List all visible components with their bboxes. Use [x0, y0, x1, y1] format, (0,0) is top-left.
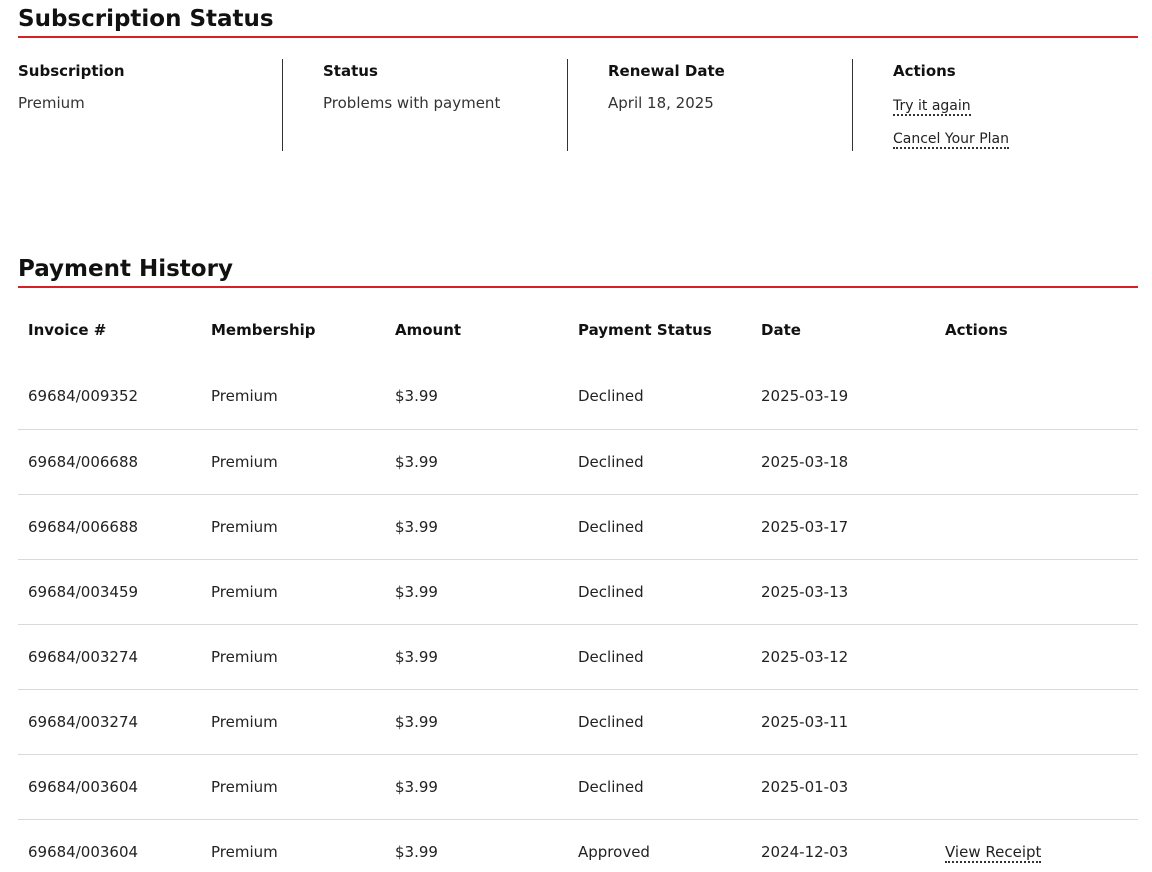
table-row: 69684/006688 Premium $3.99 Declined 2025… — [18, 429, 1138, 494]
invoice-cell: 69684/006688 — [28, 452, 139, 471]
amount-cell: $3.99 — [395, 777, 438, 796]
table-header-row: Invoice # Membership Amount Payment Stat… — [18, 298, 1138, 364]
status-column: Status Problems with payment — [283, 59, 568, 151]
membership-cell: Premium — [211, 582, 278, 601]
amount-cell: $3.99 — [395, 842, 438, 861]
amount-cell: $3.99 — [395, 582, 438, 601]
subscription-column: Subscription Premium — [18, 59, 283, 151]
date-cell: 2024-12-03 — [761, 842, 849, 861]
actions-cell — [935, 429, 1138, 494]
table-row: 69684/006688 Premium $3.99 Declined 2025… — [18, 494, 1138, 559]
payment-status-column-header: Payment Status — [578, 321, 712, 339]
table-row: 69684/003274 Premium $3.99 Declined 2025… — [18, 689, 1138, 754]
table-row: 69684/009352 Premium $3.99 Declined 2025… — [18, 364, 1138, 429]
subscription-header: Subscription — [18, 62, 125, 80]
actions-column-header: Actions — [945, 321, 1008, 339]
membership-cell: Premium — [211, 647, 278, 666]
date-cell: 2025-03-17 — [761, 517, 849, 536]
date-cell: 2025-03-18 — [761, 452, 849, 471]
date-cell: 2025-03-12 — [761, 647, 849, 666]
table-row: 69684/003274 Premium $3.99 Declined 2025… — [18, 624, 1138, 689]
membership-cell: Premium — [211, 712, 278, 731]
invoice-cell: 69684/003459 — [28, 582, 139, 601]
payment-status-cell: Approved — [578, 842, 650, 861]
membership-cell: Premium — [211, 517, 278, 536]
invoice-cell: 69684/003604 — [28, 842, 139, 861]
date-cell: 2025-03-19 — [761, 387, 849, 406]
date-column-header: Date — [761, 321, 801, 339]
invoice-cell: 69684/003274 — [28, 712, 139, 731]
view-receipt-link[interactable]: View Receipt — [945, 842, 1042, 863]
date-cell: 2025-01-03 — [761, 777, 849, 796]
table-row: 69684/003604 Premium $3.99 Declined 2025… — [18, 754, 1138, 819]
invoice-cell: 69684/009352 — [28, 387, 139, 406]
payment-history-title: Payment History — [18, 256, 1138, 288]
actions-cell — [935, 494, 1138, 559]
cancel-plan-link[interactable]: Cancel Your Plan — [893, 131, 1009, 150]
invoice-cell: 69684/006688 — [28, 517, 139, 536]
date-cell: 2025-03-11 — [761, 712, 849, 731]
payment-status-cell: Declined — [578, 517, 644, 536]
payment-status-cell: Declined — [578, 647, 644, 666]
renewal-date-value: April 18, 2025 — [608, 94, 714, 112]
table-row: 69684/003459 Premium $3.99 Declined 2025… — [18, 559, 1138, 624]
actions-cell — [935, 689, 1138, 754]
amount-cell: $3.99 — [395, 517, 438, 536]
actions-cell — [935, 624, 1138, 689]
subscription-page: Subscription Status Subscription Premium… — [0, 0, 1152, 872]
amount-cell: $3.99 — [395, 387, 438, 406]
renewal-date-column: Renewal Date April 18, 2025 — [568, 59, 853, 151]
invoice-cell: 69684/003604 — [28, 777, 139, 796]
payment-status-cell: Declined — [578, 777, 644, 796]
status-value: Problems with payment — [323, 94, 501, 112]
payment-status-cell: Declined — [578, 712, 644, 731]
actions-column: Actions Try it again Cancel Your Plan — [853, 59, 1138, 151]
status-header: Status — [323, 62, 378, 80]
date-cell: 2025-03-13 — [761, 582, 849, 601]
invoice-cell: 69684/003274 — [28, 647, 139, 666]
subscription-summary: Subscription Premium Status Problems wit… — [18, 59, 1138, 151]
actions-cell — [935, 364, 1138, 429]
membership-cell: Premium — [211, 452, 278, 471]
try-again-link[interactable]: Try it again — [893, 98, 971, 117]
subscription-value: Premium — [18, 94, 85, 112]
payment-history-table: Invoice # Membership Amount Payment Stat… — [18, 298, 1138, 872]
membership-cell: Premium — [211, 387, 278, 406]
subscription-status-title: Subscription Status — [18, 6, 1138, 38]
membership-column-header: Membership — [211, 321, 316, 339]
amount-column-header: Amount — [395, 321, 462, 339]
amount-cell: $3.99 — [395, 647, 438, 666]
actions-cell — [935, 754, 1138, 819]
membership-cell: Premium — [211, 777, 278, 796]
payment-status-cell: Declined — [578, 582, 644, 601]
payment-status-cell: Declined — [578, 387, 644, 406]
actions-cell — [935, 559, 1138, 624]
amount-cell: $3.99 — [395, 452, 438, 471]
table-row: 69684/003604 Premium $3.99 Approved 2024… — [18, 819, 1138, 872]
renewal-date-header: Renewal Date — [608, 62, 725, 80]
actions-header: Actions — [893, 62, 956, 80]
amount-cell: $3.99 — [395, 712, 438, 731]
invoice-column-header: Invoice # — [28, 321, 107, 339]
payment-status-cell: Declined — [578, 452, 644, 471]
membership-cell: Premium — [211, 842, 278, 861]
actions-cell: View Receipt — [935, 819, 1138, 872]
